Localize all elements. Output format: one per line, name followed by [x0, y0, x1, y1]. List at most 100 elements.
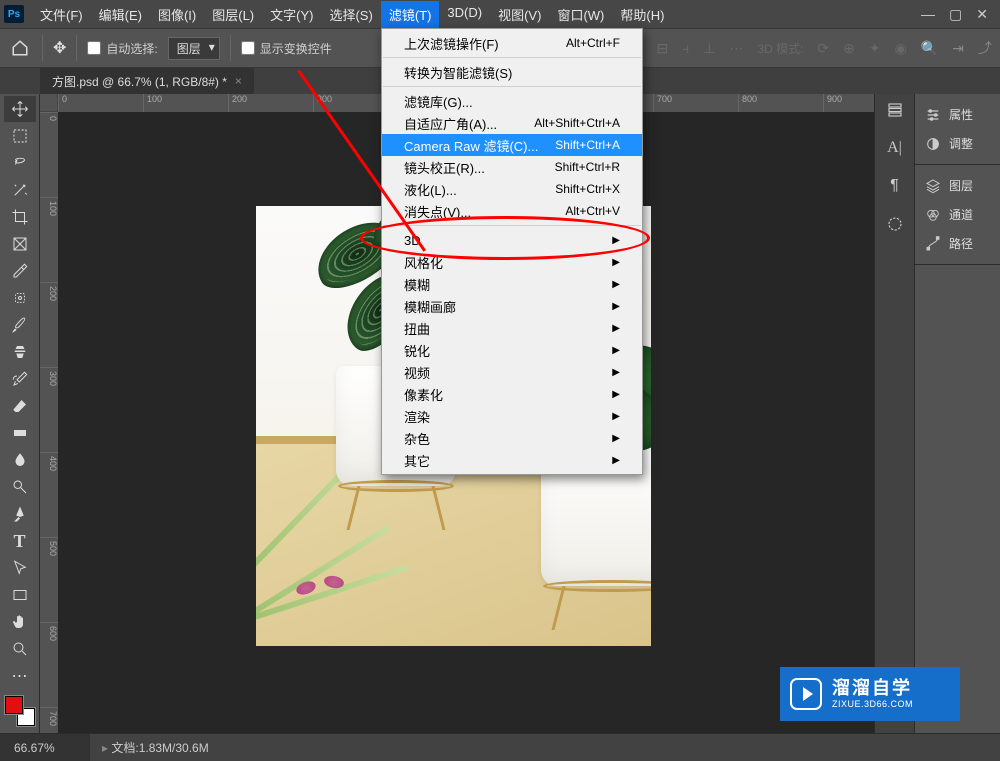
layer-dropdown[interactable]: 图层 — [168, 37, 220, 60]
edit-toolbar[interactable]: ⋯ — [4, 663, 36, 689]
menu-item-label: 上次滤镜操作(F) — [404, 34, 499, 53]
menu-item-渲染[interactable]: 渲染▶ — [382, 405, 642, 427]
align-icon[interactable]: ⫞ — [682, 40, 689, 57]
menu-item-label: 视频 — [404, 363, 430, 382]
show-transform-input[interactable] — [241, 41, 255, 55]
menu-滤镜(T)[interactable]: 滤镜(T) — [381, 1, 440, 28]
menu-选择(S)[interactable]: 选择(S) — [321, 1, 380, 28]
submenu-arrow-icon: ▶ — [612, 323, 620, 334]
pan-icon[interactable]: ⊕ — [843, 40, 855, 57]
menu-item-label: 锐化 — [404, 341, 430, 360]
paragraph-panel-icon[interactable]: ¶ — [885, 176, 905, 196]
document-info[interactable]: 文档:1.83M/30.6M — [90, 739, 209, 756]
menu-item-上次滤镜操作(F)[interactable]: 上次滤镜操作(F)Alt+Ctrl+F — [382, 32, 642, 54]
orbit-icon[interactable]: ⟳ — [817, 40, 829, 57]
history-brush-tool[interactable] — [4, 366, 36, 392]
maximize-button[interactable]: ▢ — [949, 6, 962, 23]
menu-item-Camera Raw 滤镜(C)...[interactable]: Camera Raw 滤镜(C)...Shift+Ctrl+A — [382, 134, 642, 156]
minimize-button[interactable]: — — [921, 6, 935, 23]
panel-路径[interactable]: 路径 — [915, 229, 1000, 258]
clone-stamp-tool[interactable] — [4, 339, 36, 365]
menu-item-滤镜库(G)...[interactable]: 滤镜库(G)... — [382, 90, 642, 112]
menu-item-自适应广角(A)...[interactable]: 自适应广角(A)...Alt+Shift+Ctrl+A — [382, 112, 642, 134]
play-icon — [790, 678, 822, 710]
menu-item-label: 杂色 — [404, 429, 430, 448]
panel-属性[interactable]: 属性 — [915, 100, 1000, 129]
camera-icon[interactable]: ◉ — [895, 40, 907, 57]
healing-tool[interactable] — [4, 285, 36, 311]
marquee-tool[interactable] — [4, 123, 36, 149]
lasso-tool[interactable] — [4, 150, 36, 176]
panel-调整[interactable]: 调整 — [915, 129, 1000, 158]
menu-图层(L)[interactable]: 图层(L) — [204, 1, 262, 28]
menu-视图(V)[interactable]: 视图(V) — [490, 1, 549, 28]
show-transform-checkbox[interactable]: 显示变换控件 — [241, 40, 332, 57]
move-tool[interactable] — [4, 96, 36, 122]
zoom-tool[interactable] — [4, 636, 36, 662]
menu-item-扭曲[interactable]: 扭曲▶ — [382, 317, 642, 339]
menu-窗口(W)[interactable]: 窗口(W) — [549, 1, 612, 28]
pen-tool[interactable] — [4, 501, 36, 527]
eyedropper-tool[interactable] — [4, 258, 36, 284]
menu-item-模糊画廊[interactable]: 模糊画廊▶ — [382, 295, 642, 317]
close-button[interactable]: ✕ — [976, 6, 988, 23]
brush-tool[interactable] — [4, 312, 36, 338]
crop-tool[interactable] — [4, 204, 36, 230]
panel-通道[interactable]: 通道 — [915, 200, 1000, 229]
menu-item-视频[interactable]: 视频▶ — [382, 361, 642, 383]
menu-item-锐化[interactable]: 锐化▶ — [382, 339, 642, 361]
align-icon[interactable]: ⊥ — [703, 40, 715, 57]
menu-item-其它[interactable]: 其它▶ — [382, 449, 642, 471]
search-icon[interactable]: 🔍 — [921, 40, 938, 57]
foreground-swatch[interactable] — [5, 696, 23, 714]
history-panel-icon[interactable] — [885, 100, 905, 120]
zoom-level[interactable]: 66.67% — [0, 734, 90, 761]
home-button[interactable] — [8, 36, 32, 60]
hand-tool[interactable] — [4, 609, 36, 635]
dodge-tool[interactable] — [4, 474, 36, 500]
collapse-panels-icon[interactable]: ⇥ — [952, 40, 964, 57]
auto-select-input[interactable] — [87, 41, 101, 55]
move-tool-icon[interactable]: ✥ — [53, 38, 66, 58]
menu-帮助(H)[interactable]: 帮助(H) — [612, 1, 672, 28]
character-panel-icon[interactable]: A| — [885, 138, 905, 158]
menu-item-label: 镜头校正(R)... — [404, 158, 485, 177]
toolbox: T ⋯ — [0, 94, 40, 733]
type-tool[interactable]: T — [4, 528, 36, 554]
align-icon[interactable]: ⊟ — [656, 40, 668, 57]
menu-文件(F)[interactable]: 文件(F) — [32, 1, 91, 28]
menu-item-镜头校正(R)...[interactable]: 镜头校正(R)...Shift+Ctrl+R — [382, 156, 642, 178]
path-select-tool[interactable] — [4, 555, 36, 581]
document-tab[interactable]: 方图.psd @ 66.7% (1, RGB/8#) * × — [40, 68, 254, 94]
menu-编辑(E)[interactable]: 编辑(E) — [91, 1, 150, 28]
frame-tool[interactable] — [4, 231, 36, 257]
panel-图层[interactable]: 图层 — [915, 171, 1000, 200]
menu-item-消失点(V)...[interactable]: 消失点(V)...Alt+Ctrl+V — [382, 200, 642, 222]
menu-文字(Y)[interactable]: 文字(Y) — [262, 1, 321, 28]
menu-item-模糊[interactable]: 模糊▶ — [382, 273, 642, 295]
gradient-tool[interactable] — [4, 420, 36, 446]
color-swatches[interactable] — [5, 696, 35, 726]
magic-wand-tool[interactable] — [4, 177, 36, 203]
share-icon[interactable]: ⤴ — [978, 38, 992, 58]
swatches-panel-icon[interactable] — [885, 214, 905, 234]
ruler-mark: 300 — [40, 367, 58, 452]
menu-item-3D[interactable]: 3D▶ — [382, 229, 642, 251]
blur-tool[interactable] — [4, 447, 36, 473]
rectangle-tool[interactable] — [4, 582, 36, 608]
menu-item-杂色[interactable]: 杂色▶ — [382, 427, 642, 449]
submenu-arrow-icon: ▶ — [612, 455, 620, 466]
menu-图像(I)[interactable]: 图像(I) — [150, 1, 204, 28]
submenu-arrow-icon: ▶ — [612, 411, 620, 422]
panel-label: 属性 — [949, 106, 973, 123]
light-icon[interactable]: ✦ — [869, 40, 881, 57]
more-icon[interactable]: ⋯ — [729, 40, 743, 57]
menu-item-转换为智能滤镜(S)[interactable]: 转换为智能滤镜(S) — [382, 61, 642, 83]
menu-item-像素化[interactable]: 像素化▶ — [382, 383, 642, 405]
auto-select-checkbox[interactable]: 自动选择: — [87, 40, 157, 57]
eraser-tool[interactable] — [4, 393, 36, 419]
menu-item-风格化[interactable]: 风格化▶ — [382, 251, 642, 273]
close-tab-icon[interactable]: × — [235, 74, 242, 88]
menu-3D(D)[interactable]: 3D(D) — [439, 1, 490, 28]
menu-item-液化(L)...[interactable]: 液化(L)...Shift+Ctrl+X — [382, 178, 642, 200]
